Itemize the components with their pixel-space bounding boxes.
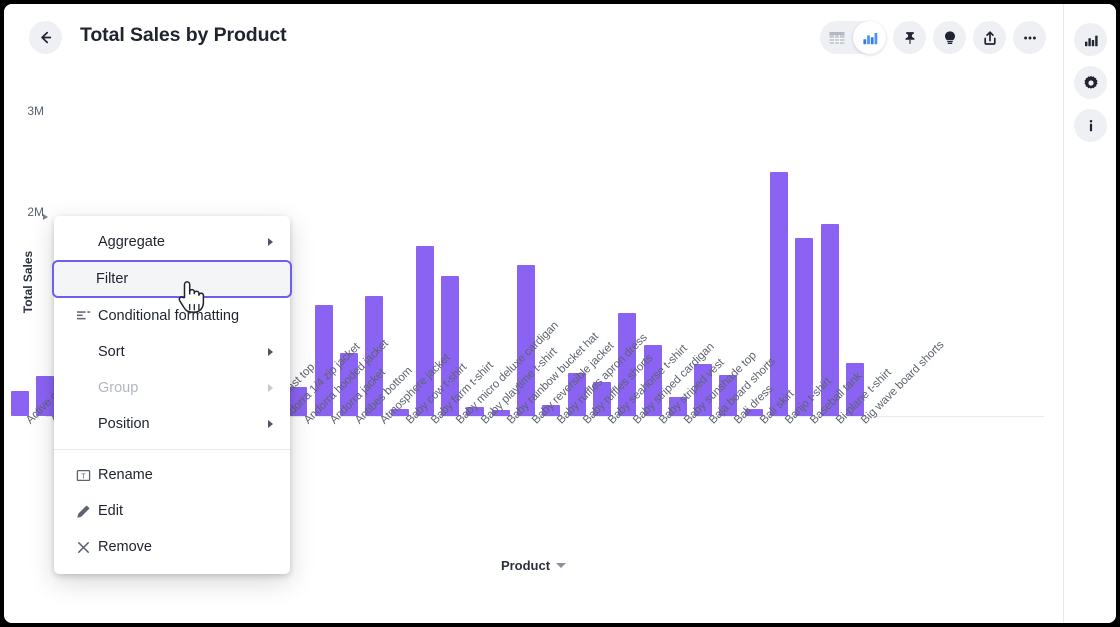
chevron-down-icon (556, 563, 566, 568)
menu-item-label: Filter (96, 271, 278, 287)
bar-chart-icon (1082, 31, 1100, 49)
pin-icon (901, 29, 919, 47)
menu-item-label: Aggregate (98, 234, 260, 250)
back-button[interactable] (29, 21, 62, 54)
rail-button-settings[interactable] (1074, 66, 1107, 99)
ellipsis-icon (1021, 29, 1039, 47)
insights-button[interactable] (933, 21, 966, 54)
y-axis-title[interactable]: Total Sales (21, 232, 35, 332)
bar-chart-icon (861, 29, 879, 47)
more-options-button[interactable] (1013, 21, 1046, 54)
menu-item-group: Group (54, 370, 290, 406)
menu-item-edit[interactable]: Edit (54, 493, 290, 529)
bar[interactable] (11, 391, 29, 416)
table-view-button[interactable] (820, 21, 853, 54)
close-x-icon (68, 540, 98, 555)
bar[interactable] (770, 172, 788, 416)
view-toggle-group (820, 21, 886, 54)
column-context-menu: Aggregate Filter Conditional formatting Sor… (54, 216, 290, 574)
right-sidebar (1063, 4, 1116, 623)
chevron-right-icon (268, 348, 273, 356)
menu-item-conditional-formatting[interactable]: Conditional formatting (54, 298, 290, 334)
header-toolbar (820, 21, 1046, 54)
menu-item-aggregate[interactable]: Aggregate (54, 224, 290, 260)
share-icon (981, 29, 999, 47)
lightbulb-icon (941, 29, 959, 47)
rail-button-info[interactable] (1074, 109, 1107, 142)
chevron-right-icon (268, 238, 273, 246)
arrow-left-icon (37, 29, 54, 46)
chevron-right-icon (268, 420, 273, 428)
chart-view-button[interactable] (853, 21, 886, 54)
menu-item-label: Sort (98, 344, 260, 360)
menu-item-label: Rename (98, 467, 276, 483)
menu-item-filter[interactable]: Filter (52, 260, 292, 298)
card-header: Total Sales by Product (4, 4, 1063, 70)
menu-item-label: Edit (98, 503, 276, 519)
app-window: Total Sales by Product (0, 0, 1120, 627)
menu-item-remove[interactable]: Remove (54, 529, 290, 565)
menu-item-label: Remove (98, 539, 276, 555)
menu-item-sort[interactable]: Sort (54, 334, 290, 370)
chart-card-panel: Total Sales by Product (4, 4, 1063, 623)
share-button[interactable] (973, 21, 1006, 54)
pin-button[interactable] (893, 21, 926, 54)
svg-text:T: T (81, 473, 86, 480)
page-title: Total Sales by Product (80, 24, 287, 47)
info-icon (1082, 117, 1100, 135)
table-icon (828, 29, 846, 47)
text-box-icon: T (68, 468, 98, 483)
menu-item-label: Group (98, 380, 260, 396)
menu-separator (54, 449, 290, 450)
rail-button-visualization[interactable] (1074, 23, 1107, 56)
menu-item-rename[interactable]: T Rename (54, 457, 290, 493)
menu-item-label: Conditional formatting (98, 308, 276, 324)
y-axis-tick-label: 2M (4, 205, 44, 219)
menu-item-position[interactable]: Position (54, 406, 290, 442)
y-axis-tick-label: 3M (4, 104, 44, 118)
format-lines-icon (68, 309, 98, 324)
pencil-icon (68, 504, 98, 519)
x-axis-title-label: Product (501, 558, 550, 573)
gear-icon (1082, 74, 1100, 92)
menu-item-label: Position (98, 416, 260, 432)
chevron-right-icon (268, 384, 273, 392)
